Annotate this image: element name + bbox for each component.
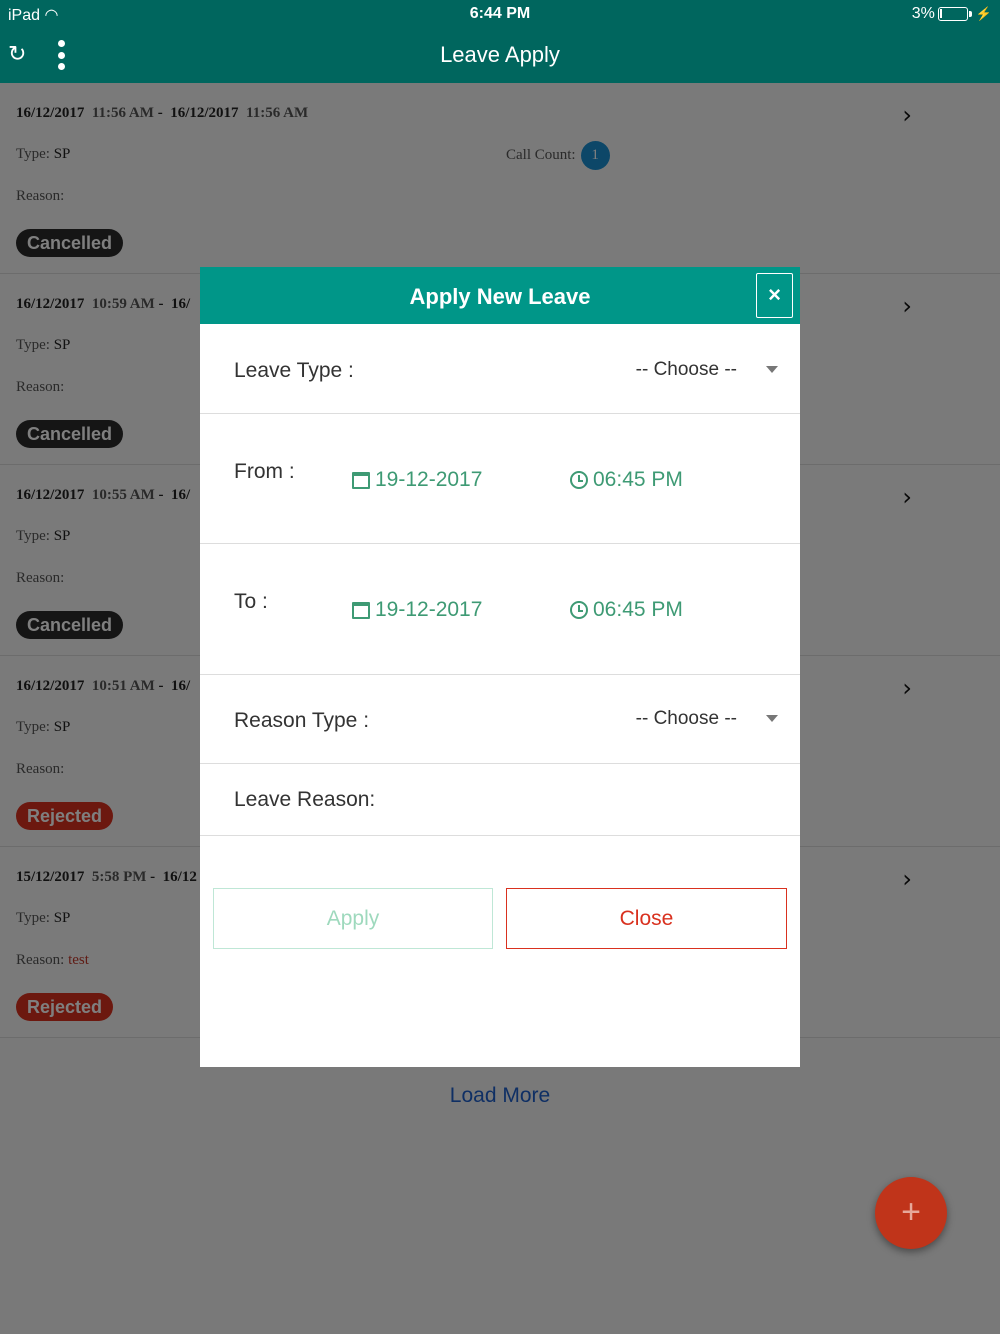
from-label: From : — [234, 460, 295, 483]
calendar-icon — [352, 601, 370, 619]
apply-leave-dialog: Apply New Leave × Leave Type : -- Choose… — [200, 267, 800, 1067]
to-row: To : 19-12-2017 06:45 PM — [200, 544, 800, 675]
reason-type-row: Reason Type : -- Choose -- — [200, 675, 800, 764]
leave-reason-row[interactable]: Leave Reason: — [200, 764, 800, 836]
add-leave-button[interactable]: + — [875, 1177, 947, 1249]
to-time-picker[interactable]: 06:45 PM — [570, 598, 683, 622]
battery-indicator: 3% ⚡ — [912, 5, 992, 23]
apply-button[interactable]: Apply — [213, 888, 493, 949]
app-bar: ↻ Leave Apply — [0, 28, 1000, 83]
from-row: From : 19-12-2017 06:45 PM — [200, 414, 800, 544]
from-time-picker[interactable]: 06:45 PM — [570, 468, 683, 492]
reason-type-label: Reason Type : — [234, 709, 370, 732]
calendar-icon — [352, 471, 370, 489]
close-button[interactable]: Close — [506, 888, 787, 949]
status-bar: iPad ◠ 6:44 PM 3% ⚡ — [0, 0, 1000, 28]
leave-type-label: Leave Type : — [234, 359, 354, 382]
to-date-picker[interactable]: 19-12-2017 — [352, 598, 482, 622]
leave-type-row: Leave Type : -- Choose -- — [200, 324, 800, 414]
clock-icon — [570, 471, 588, 489]
from-date-picker[interactable]: 19-12-2017 — [352, 468, 482, 492]
dialog-title: Apply New Leave — [409, 284, 591, 309]
battery-icon — [937, 7, 972, 21]
clock-icon — [570, 601, 588, 619]
chevron-down-icon[interactable] — [766, 715, 778, 722]
leave-type-select[interactable]: -- Choose -- — [636, 359, 737, 381]
close-icon[interactable]: × — [756, 273, 793, 318]
page-title: Leave Apply — [440, 42, 560, 67]
battery-percent: 3% — [911, 5, 935, 22]
to-label: To : — [234, 590, 268, 613]
reason-type-select[interactable]: -- Choose -- — [636, 708, 737, 730]
clock: 6:44 PM — [469, 5, 531, 22]
leave-reason-label: Leave Reason: — [234, 788, 376, 811]
chevron-down-icon[interactable] — [766, 366, 778, 373]
dialog-header: Apply New Leave × — [200, 267, 800, 324]
charging-icon: ⚡ — [975, 6, 992, 21]
